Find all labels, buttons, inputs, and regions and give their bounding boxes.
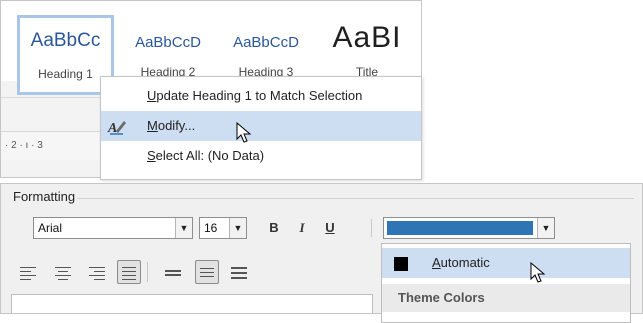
font-color-dropdown: Automatic Theme Colors (381, 243, 631, 323)
style-sample: AaBI (332, 21, 402, 54)
menu-item-label: Select All: (No Data) (147, 148, 265, 163)
italic-button[interactable]: I (291, 217, 313, 239)
toolbar-separator (371, 219, 372, 237)
chevron-down-icon[interactable]: ▼ (537, 218, 554, 238)
underline-button[interactable]: U (319, 217, 341, 239)
style-name: Heading 1 (38, 67, 93, 81)
double-spacing-button[interactable] (227, 260, 251, 284)
menu-item-label: Update Heading 1 to Match Selection (147, 88, 363, 103)
style-tile-heading-2[interactable]: AaBbCcD Heading 2 (121, 1, 215, 81)
menu-item-update-heading[interactable]: Update Heading 1 to Match Selection (101, 81, 421, 111)
align-left-button[interactable] (17, 260, 41, 284)
mouse-pointer-icon (530, 262, 546, 283)
menu-item-select-all[interactable]: Select All: (No Data) (101, 141, 421, 171)
modify-style-icon: A (107, 117, 127, 136)
one-half-spacing-button[interactable] (195, 260, 219, 284)
font-color-swatch (387, 221, 533, 235)
preview-area (11, 294, 373, 313)
toolbar-separator (147, 262, 148, 282)
single-spacing-button[interactable] (161, 260, 185, 284)
styles-gallery: AaBbCc Heading 1 AaBbCcD Heading 2 AaBbC… (1, 1, 421, 95)
font-name-value: Arial (38, 221, 63, 235)
bold-button[interactable]: B (263, 217, 285, 239)
menu-item-label: Modify... (147, 118, 196, 133)
font-size-combo[interactable]: 16 ▼ (199, 217, 247, 239)
font-size-value: 16 (204, 221, 218, 235)
group-divider (77, 198, 634, 199)
mouse-pointer-icon (236, 122, 252, 143)
formatting-group-title: Formatting (13, 189, 76, 204)
font-color-combo[interactable]: ▼ (383, 217, 555, 239)
style-tile-heading-3[interactable]: AaBbCcD Heading 3 (217, 1, 315, 81)
automatic-color-swatch (394, 257, 408, 271)
justify-button[interactable] (117, 260, 141, 284)
menu-item-modify[interactable]: A Modify... (101, 111, 421, 141)
theme-colors-header: Theme Colors (382, 284, 630, 312)
font-name-combo[interactable]: Arial ▼ (33, 217, 193, 239)
style-sample: AaBbCcD (135, 34, 201, 51)
align-right-button[interactable] (85, 260, 109, 284)
style-sample: AaBbCcD (233, 34, 299, 51)
chevron-down-icon[interactable]: ▼ (229, 218, 246, 238)
align-center-button[interactable] (51, 260, 75, 284)
chevron-down-icon[interactable]: ▼ (175, 218, 192, 238)
style-context-menu: Update Heading 1 to Match Selection A Mo… (100, 76, 422, 180)
automatic-color-label: Automatic (432, 255, 490, 270)
ruler: · 2 · ı · 3 (1, 131, 115, 160)
automatic-color-option[interactable]: Automatic (382, 248, 630, 278)
style-sample: AaBbCc (30, 30, 101, 51)
style-tile-title[interactable]: AaBI Title (317, 1, 417, 81)
